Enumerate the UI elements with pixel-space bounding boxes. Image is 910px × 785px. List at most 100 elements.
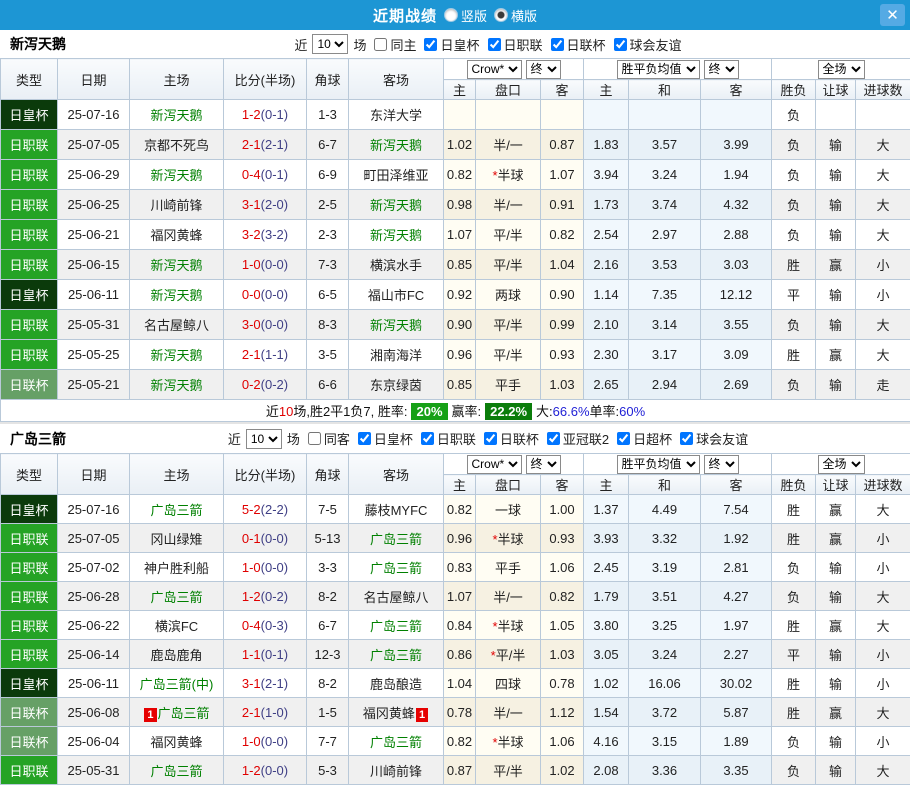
match-row: 日职联25-06-29新泻天鹅0-4(0-1)6-9町田泽维亚0.82*半球1.…	[1, 160, 910, 190]
result: 胜	[772, 340, 816, 370]
games-count-select[interactable]: 10	[246, 429, 282, 449]
match-date: 25-06-25	[58, 190, 130, 220]
fulltime-score: 0-2	[242, 377, 261, 392]
home-team: 新泻天鹅	[130, 280, 224, 310]
mean-away: 4.32	[701, 190, 772, 220]
mean-home: 3.94	[584, 160, 629, 190]
halftime-score: (0-1)	[261, 167, 288, 182]
mean-final-select[interactable]: 终	[704, 455, 739, 474]
mean-home: 1.83	[584, 130, 629, 160]
close-icon[interactable]: ✕	[880, 4, 905, 26]
handicap: 半/一	[476, 582, 541, 611]
sub-column-header: 主	[444, 475, 476, 495]
odds-final-select[interactable]: 终	[526, 455, 561, 474]
fulltime-score: 1-2	[242, 589, 261, 604]
league-filter-checkbox[interactable]	[680, 432, 693, 445]
league-filter-label: 球会友谊	[630, 35, 682, 54]
score: 2-1(1-0)	[224, 698, 307, 727]
home-team-name: 名古屋鲸八	[144, 318, 209, 333]
section-filterbar: 广岛三箭近10场同客日皇杯日职联日联杯亚冠联2日超杯球会友谊	[0, 422, 910, 453]
odds-company-select[interactable]: Crow*	[467, 60, 522, 79]
type-badge: 日职联	[1, 250, 58, 280]
odds-home: 0.83	[444, 553, 476, 582]
odds-company-select[interactable]: Crow*	[467, 455, 522, 474]
result: 胜	[772, 524, 816, 553]
odds-away: 1.04	[541, 250, 584, 280]
column-header: 日期	[58, 59, 130, 100]
odds-away: 1.06	[541, 727, 584, 756]
mean-away: 2.27	[701, 640, 772, 669]
mean-draw: 3.72	[629, 698, 701, 727]
scope-select[interactable]: 全场	[818, 60, 865, 79]
same-venue-checkbox[interactable]	[374, 38, 387, 51]
away-team: 名古屋鲸八	[349, 582, 444, 611]
odds-home: 0.86	[444, 640, 476, 669]
odds-home: 0.82	[444, 727, 476, 756]
column-header: 日期	[58, 454, 130, 495]
home-team: 新泻天鹅	[130, 340, 224, 370]
home-team-name: 新泻天鹅	[150, 348, 202, 363]
odds-home: 0.84	[444, 611, 476, 640]
halftime-score: (0-1)	[261, 107, 288, 122]
goals-result: 大	[856, 130, 910, 160]
header-row-top: 类型日期主场比分(半场)角球客场Crow*终胜平负均值终全场	[1, 454, 910, 475]
league-filter-checkbox[interactable]	[358, 432, 371, 445]
home-team-name: 新泻天鹅	[150, 288, 202, 303]
goals-result: 大	[856, 340, 910, 370]
column-header: 比分(半场)	[224, 59, 307, 100]
handicap-result: 输	[816, 553, 856, 582]
league-filter-checkbox[interactable]	[421, 432, 434, 445]
league-filter-checkbox[interactable]	[484, 432, 497, 445]
score: 3-1(2-1)	[224, 669, 307, 698]
team-section-2: 广岛三箭近10场同客日皇杯日职联日联杯亚冠联2日超杯球会友谊类型日期主场比分(半…	[0, 422, 910, 785]
league-filter-checkbox[interactable]	[424, 38, 437, 51]
scope-select[interactable]: 全场	[818, 455, 865, 474]
single-rate-value: 60%	[619, 404, 645, 419]
corner-score: 2-5	[307, 190, 349, 220]
sub-column-header: 和	[629, 80, 701, 100]
away-team: 町田泽维亚	[349, 160, 444, 190]
away-team-name: 广岛三箭	[370, 619, 422, 634]
halftime-score: (0-2)	[261, 589, 288, 604]
odds-away: 0.82	[541, 220, 584, 250]
type-badge: 日职联	[1, 640, 58, 669]
odds-final-select[interactable]: 终	[526, 60, 561, 79]
mean-away: 1.94	[701, 160, 772, 190]
mean-select[interactable]: 胜平负均值	[617, 60, 700, 79]
mean-away: 3.35	[701, 756, 772, 785]
summary-record-text: 场,胜2平1负7, 胜率:	[293, 404, 407, 419]
layout-vertical-radio[interactable]: 竖版	[444, 6, 487, 25]
mean-dropdowns-header: 胜平负均值终	[584, 454, 772, 475]
fulltime-score: 3-1	[242, 676, 261, 691]
league-filter-checkbox[interactable]	[488, 38, 501, 51]
match-date: 25-06-15	[58, 250, 130, 280]
corner-score: 7-5	[307, 495, 349, 524]
handicap: *半球	[476, 524, 541, 553]
halftime-score: (0-1)	[261, 647, 288, 662]
corner-score: 6-9	[307, 160, 349, 190]
handicap-text: 四球	[495, 677, 521, 692]
home-team-name: 新泻天鹅	[150, 168, 202, 183]
league-filter-checkbox[interactable]	[551, 38, 564, 51]
fulltime-score: 1-0	[242, 257, 261, 272]
odds-away: 0.91	[541, 190, 584, 220]
odds-home: 0.85	[444, 250, 476, 280]
league-filter-label: 日皇杯	[374, 429, 413, 448]
mean-final-select[interactable]: 终	[704, 60, 739, 79]
games-count-select[interactable]: 10	[312, 34, 348, 54]
league-filter-checkbox[interactable]	[614, 38, 627, 51]
mean-away: 3.99	[701, 130, 772, 160]
same-venue-checkbox[interactable]	[308, 432, 321, 445]
league-filter-checkbox[interactable]	[547, 432, 560, 445]
mean-select[interactable]: 胜平负均值	[617, 455, 700, 474]
handicap-result: 输	[816, 582, 856, 611]
handicap: 平/半	[476, 250, 541, 280]
fulltime-score: 1-2	[242, 763, 261, 778]
sub-column-header: 胜负	[772, 80, 816, 100]
match-date: 25-06-14	[58, 640, 130, 669]
odds-home: 0.96	[444, 524, 476, 553]
layout-horizontal-radio[interactable]: 横版	[494, 6, 537, 25]
match-date: 25-05-21	[58, 370, 130, 400]
mean-home: 1.02	[584, 669, 629, 698]
league-filter-checkbox[interactable]	[617, 432, 630, 445]
